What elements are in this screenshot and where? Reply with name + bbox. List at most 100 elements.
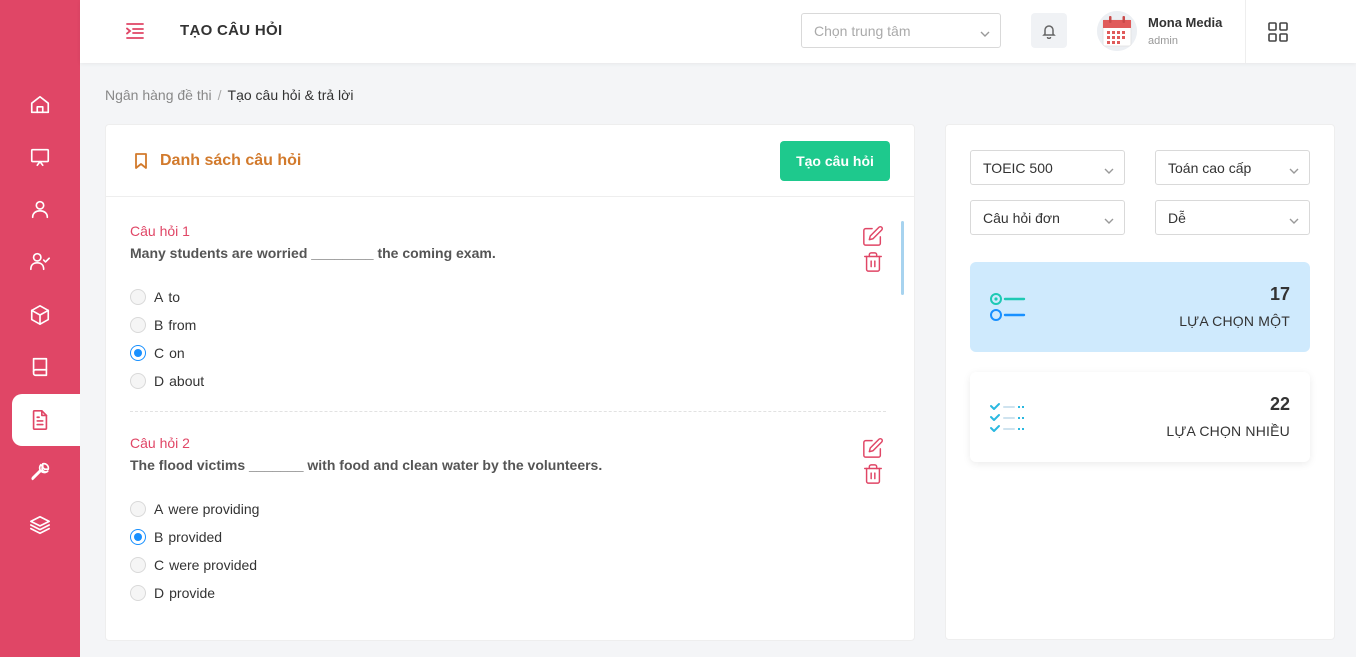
card-title: Danh sách câu hỏi bbox=[160, 152, 302, 169]
card-header: Danh sách câu hỏi Tạo câu hỏi bbox=[106, 125, 914, 197]
exam-select[interactable]: TOEIC 500 bbox=[970, 150, 1125, 185]
breadcrumb-current: Tạo câu hỏi & trả lời bbox=[227, 87, 354, 103]
delete-question-button[interactable] bbox=[862, 463, 884, 485]
option-text: to bbox=[168, 289, 181, 305]
sidebar-item-users[interactable] bbox=[0, 183, 80, 235]
delete-question-button[interactable] bbox=[862, 251, 884, 273]
layers-icon bbox=[30, 515, 50, 535]
tool-icon bbox=[31, 462, 50, 481]
box-icon bbox=[30, 305, 50, 325]
file-text-icon bbox=[32, 410, 48, 430]
exam-select-value: TOEIC 500 bbox=[983, 160, 1053, 176]
book-icon bbox=[32, 357, 48, 377]
sidebar-item-settings[interactable] bbox=[0, 446, 80, 498]
top-header: TẠO CÂU HỎI Chọn trung tâm Mona Media ad… bbox=[80, 0, 1356, 63]
sidebar-item-packages[interactable] bbox=[0, 289, 80, 341]
level-select[interactable]: Dễ bbox=[1155, 200, 1310, 235]
radio-button[interactable] bbox=[130, 289, 146, 305]
scrollbar[interactable] bbox=[901, 221, 904, 295]
user-icon bbox=[31, 200, 49, 219]
question-item: Câu hỏi 1 Many students are worried ____… bbox=[130, 223, 886, 395]
breadcrumb-parent-link[interactable]: Ngân hàng đề thi bbox=[105, 87, 212, 103]
single-choice-label: LỰA CHỌN MỘT bbox=[1179, 313, 1290, 329]
multi-choice-count: 22 bbox=[1269, 394, 1290, 414]
trash-icon bbox=[864, 464, 882, 484]
single-choice-card[interactable]: 17 LỰA CHỌN MỘT bbox=[970, 262, 1310, 352]
bell-icon bbox=[1042, 24, 1056, 39]
question-actions bbox=[862, 225, 886, 277]
question-text: Many students are worried ________ the c… bbox=[130, 245, 496, 261]
answer-option[interactable]: A to bbox=[130, 283, 886, 311]
radio-button[interactable] bbox=[130, 501, 146, 517]
answer-options: A to B from C on D about bbox=[130, 283, 886, 395]
sidebar bbox=[0, 0, 80, 657]
answer-option[interactable]: D provide bbox=[130, 579, 886, 607]
edit-question-button[interactable] bbox=[862, 225, 884, 247]
sidebar-item-home[interactable] bbox=[0, 79, 80, 131]
answer-option[interactable]: A were providing bbox=[130, 495, 886, 523]
answer-option[interactable]: C were provided bbox=[130, 551, 886, 579]
notification-button[interactable] bbox=[1031, 13, 1067, 48]
radio-button[interactable] bbox=[130, 557, 146, 573]
option-text: provide bbox=[169, 585, 216, 601]
multi-choice-card[interactable]: 22 LỰA CHỌN NHIỀU bbox=[970, 372, 1310, 462]
option-letter: B bbox=[154, 529, 164, 545]
avatar[interactable] bbox=[1097, 11, 1137, 51]
subject-select-value: Toán cao cấp bbox=[1168, 160, 1252, 176]
question-label: Câu hỏi 1 bbox=[130, 223, 190, 239]
option-text: were providing bbox=[168, 501, 260, 517]
chevron-down-icon bbox=[1289, 163, 1299, 174]
chevron-down-icon bbox=[980, 26, 990, 37]
option-text: provided bbox=[168, 529, 223, 545]
radio-button[interactable] bbox=[130, 317, 146, 333]
question-type-select[interactable]: Câu hỏi đơn bbox=[970, 200, 1125, 235]
user-role: admin bbox=[1148, 35, 1178, 47]
answer-option[interactable]: B provided bbox=[130, 523, 886, 551]
create-question-button[interactable]: Tạo câu hỏi bbox=[780, 141, 890, 181]
menu-toggle-button[interactable] bbox=[124, 20, 146, 42]
question-label: Câu hỏi 2 bbox=[130, 435, 190, 451]
answer-option[interactable]: C on bbox=[130, 339, 886, 367]
subject-select[interactable]: Toán cao cấp bbox=[1155, 150, 1310, 185]
option-text: about bbox=[169, 373, 205, 389]
multi-choice-label: LỰA CHỌN NHIỀU bbox=[1166, 423, 1290, 439]
center-select[interactable]: Chọn trung tâm bbox=[801, 13, 1001, 48]
option-text: were provided bbox=[169, 557, 258, 573]
question-list-card: Danh sách câu hỏi Tạo câu hỏi Câu hỏi 1 … bbox=[105, 124, 915, 641]
center-select-placeholder: Chọn trung tâm bbox=[814, 23, 911, 39]
breadcrumb-separator: / bbox=[217, 87, 222, 103]
edit-question-button[interactable] bbox=[862, 437, 884, 459]
question-divider bbox=[130, 411, 886, 412]
indent-icon bbox=[126, 23, 144, 39]
answer-option[interactable]: D about bbox=[130, 367, 886, 395]
option-letter: D bbox=[154, 585, 165, 601]
option-letter: A bbox=[154, 289, 164, 305]
edit-icon bbox=[863, 438, 883, 458]
sidebar-item-exams[interactable] bbox=[12, 394, 80, 446]
option-letter: C bbox=[154, 345, 165, 361]
single-choice-count: 17 bbox=[1269, 284, 1290, 304]
sidebar-item-courses[interactable] bbox=[0, 341, 80, 393]
radio-button[interactable] bbox=[130, 585, 146, 601]
level-select-value: Dễ bbox=[1168, 210, 1186, 226]
radio-button-checked[interactable] bbox=[130, 529, 146, 545]
answer-option[interactable]: B from bbox=[130, 311, 886, 339]
sidebar-item-students[interactable] bbox=[0, 235, 80, 287]
apps-grid-button[interactable] bbox=[1267, 21, 1289, 43]
breadcrumb: Ngân hàng đề thi / Tạo câu hỏi & trả lời bbox=[105, 87, 353, 103]
sidebar-item-classroom[interactable] bbox=[0, 131, 80, 183]
chevron-down-icon bbox=[1289, 213, 1299, 224]
trash-icon bbox=[864, 252, 882, 272]
sidebar-item-resources[interactable] bbox=[0, 499, 80, 551]
option-text: on bbox=[169, 345, 185, 361]
radio-button-checked[interactable] bbox=[130, 345, 146, 361]
option-letter: D bbox=[154, 373, 165, 389]
multi-choice-icon bbox=[990, 403, 1024, 432]
edit-icon bbox=[863, 226, 883, 246]
home-icon bbox=[30, 95, 50, 114]
monitor-icon bbox=[30, 148, 50, 167]
option-letter: C bbox=[154, 557, 165, 573]
option-letter: A bbox=[154, 501, 164, 517]
radio-button[interactable] bbox=[130, 373, 146, 389]
question-item: Câu hỏi 2 The flood victims _______ with… bbox=[130, 435, 886, 607]
